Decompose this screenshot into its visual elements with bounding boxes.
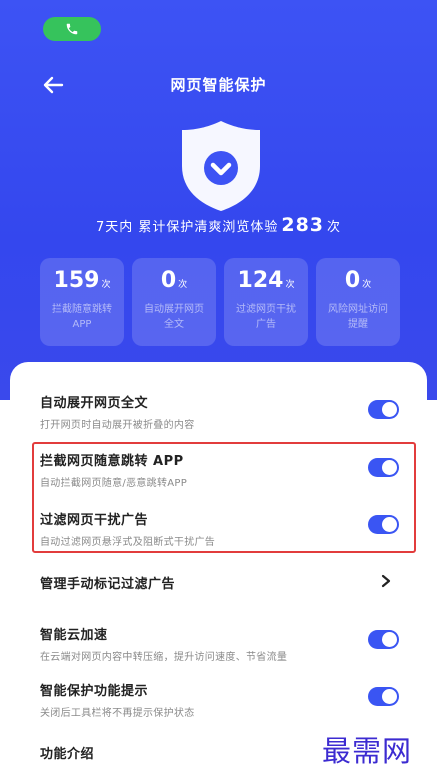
setting-row-protection-tips[interactable]: 智能保护功能提示 关闭后工具栏将不再提示保护状态	[40, 680, 410, 719]
filter-ads-toggle[interactable]	[368, 515, 399, 534]
stat-label: 自动展开网页全文	[144, 304, 204, 330]
setting-title: 过滤网页干扰广告	[40, 513, 149, 528]
setting-title: 自动展开网页全文	[40, 396, 149, 411]
cloud-acceleration-toggle[interactable]	[368, 630, 399, 649]
stat-label: 风险网址访问提醒	[328, 304, 388, 330]
stat-card-filter-ads: 124 次 过滤网页干扰广告	[224, 258, 308, 346]
stat-label: 拦截随意跳转APP	[52, 304, 112, 330]
setting-subtitle: 打开网页时自动展开被折叠的内容	[40, 420, 195, 431]
phone-icon	[66, 23, 78, 35]
setting-row-filter-ads[interactable]: 过滤网页干扰广告 自动过滤网页悬浮式及阻断式干扰广告	[40, 509, 410, 548]
chevron-right-icon[interactable]	[380, 574, 392, 588]
stat-value: 0次	[344, 268, 372, 293]
page-title: 网页智能保护	[170, 76, 267, 94]
auto-expand-toggle[interactable]	[368, 400, 399, 419]
toggle-knob	[382, 402, 397, 417]
block-app-jump-toggle[interactable]	[368, 458, 399, 477]
setting-title: 智能云加速	[40, 628, 108, 643]
stat-card-expand-text: 0次 自动展开网页全文	[132, 258, 216, 346]
stat-card-block-app: 159 次 拦截随意跳转APP	[40, 258, 124, 346]
stat-label: 过滤网页干扰广告	[236, 304, 296, 330]
setting-row-auto-expand[interactable]: 自动展开网页全文 打开网页时自动展开被折叠的内容	[40, 392, 410, 431]
stat-value: 0次	[160, 268, 188, 293]
active-call-indicator[interactable]	[43, 17, 101, 41]
protection-tips-toggle[interactable]	[368, 687, 399, 706]
stat-card-risk-url: 0次 风险网址访问提醒	[316, 258, 400, 346]
stat-value: 124 次	[237, 268, 295, 293]
setting-row-manage-marked-ads[interactable]: 管理手动标记过滤广告	[40, 573, 410, 592]
stat-value: 159 次	[53, 268, 111, 293]
protection-summary: 7天内 累计保护清爽浏览体验 283 次	[0, 214, 437, 236]
shield-icon	[182, 121, 260, 211]
setting-subtitle: 自动拦截网页随意/恶意跳转APP	[40, 478, 188, 489]
setting-title: 智能保护功能提示	[40, 684, 149, 699]
summary-count: 283	[281, 214, 325, 236]
stats-cards: 159 次 拦截随意跳转APP 0次 自动展开网页全文 124 次 过滤网页干扰广告…	[40, 258, 400, 346]
setting-row-cloud-acceleration[interactable]: 智能云加速 在云端对网页内容中转压缩，提升访问速度、节省流量	[40, 624, 410, 663]
setting-title: 管理手动标记过滤广告	[40, 577, 176, 592]
setting-subtitle: 自动过滤网页悬浮式及阻断式干扰广告	[40, 537, 216, 548]
toggle-knob	[382, 689, 397, 704]
watermark-logo: 最需网	[322, 734, 413, 768]
setting-row-block-app-jump[interactable]: 拦截网页随意跳转 APP 自动拦截网页随意/恶意跳转APP	[40, 450, 410, 489]
setting-title: 拦截网页随意跳转 APP	[40, 454, 184, 469]
setting-subtitle: 在云端对网页内容中转压缩，提升访问速度、节省流量	[40, 652, 288, 663]
setting-subtitle: 关闭后工具栏将不再提示保护状态	[40, 708, 195, 719]
summary-prefix: 7天内 累计保护清爽浏览体验	[95, 220, 279, 235]
toggle-knob	[382, 517, 397, 532]
toggle-knob	[382, 460, 397, 475]
summary-suffix: 次	[327, 220, 342, 235]
toggle-knob	[382, 632, 397, 647]
